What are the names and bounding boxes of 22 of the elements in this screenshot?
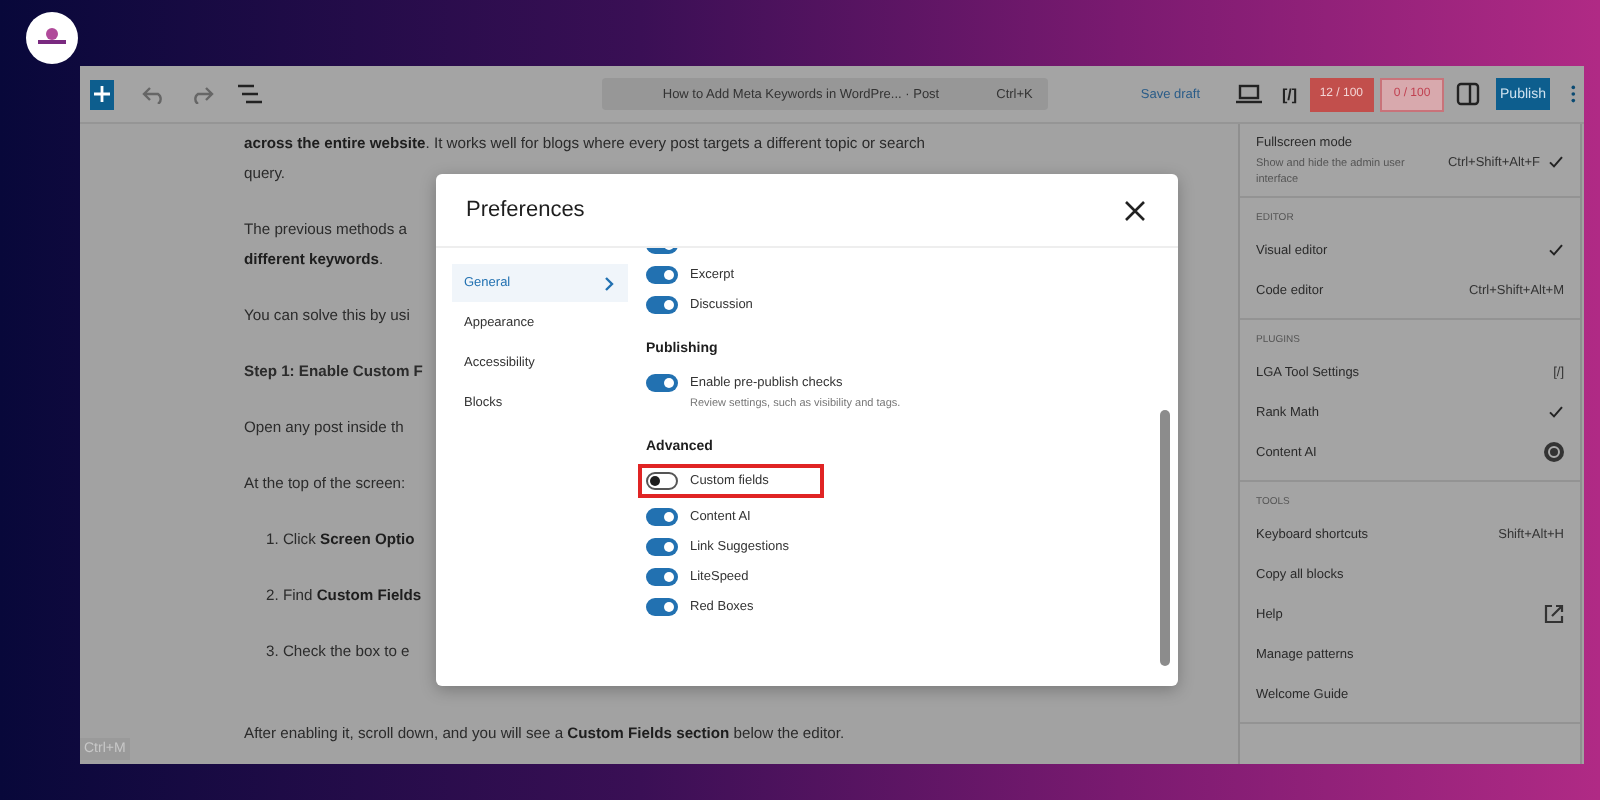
external-link-icon [1544, 604, 1564, 624]
toggle-switch[interactable] [646, 266, 678, 284]
code-button[interactable]: [/] [1274, 85, 1306, 103]
dialog-title: Preferences [466, 198, 585, 222]
toggle-switch[interactable] [646, 374, 678, 392]
add-block-button[interactable] [90, 79, 115, 109]
scrollbar-thumb[interactable] [1160, 410, 1170, 666]
more-options-icon[interactable] [1569, 82, 1576, 106]
toggle-switch[interactable] [646, 538, 678, 556]
toggle-switch[interactable] [646, 472, 678, 490]
close-icon[interactable] [1124, 199, 1146, 221]
toggle-switch[interactable] [646, 568, 678, 586]
plus-icon [92, 84, 113, 104]
toggle-switch[interactable] [646, 296, 678, 314]
toggle-switch[interactable] [646, 598, 678, 616]
desktop-preview-icon[interactable] [1236, 84, 1263, 104]
chevron-icon [604, 275, 616, 291]
logo-icon [26, 12, 78, 64]
toggle-switch[interactable] [646, 508, 678, 526]
content-ai-icon [1544, 442, 1564, 462]
list-view-icon[interactable] [238, 84, 263, 104]
sidebar-toggle-icon[interactable] [1456, 82, 1481, 106]
